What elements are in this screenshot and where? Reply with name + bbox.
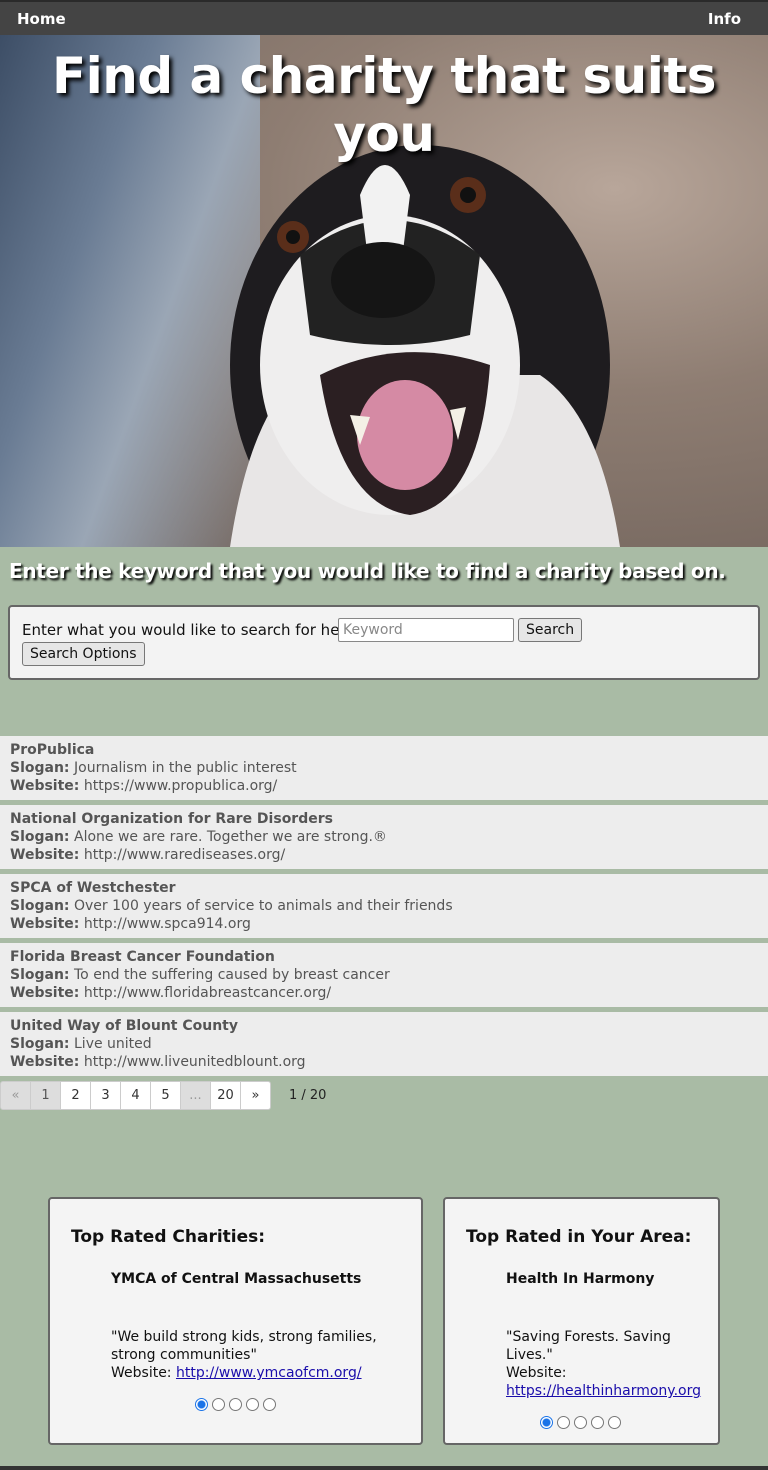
- charity-website-link[interactable]: https://healthinharmony.org: [506, 1383, 701, 1399]
- search-label: Enter what you would like to search for …: [22, 621, 360, 639]
- radio-dot-icon[interactable]: [574, 1416, 587, 1429]
- page-button-5[interactable]: 5: [150, 1081, 181, 1110]
- result-card[interactable]: United Way of Blount County Slogan: Live…: [0, 1012, 768, 1076]
- result-slogan: Over 100 years of service to animals and…: [74, 898, 453, 914]
- top-rated-panel: Top Rated Charities: YMCA of Central Mas…: [48, 1197, 423, 1445]
- panel-title: Top Rated in Your Area:: [466, 1227, 692, 1247]
- panel-title: Top Rated Charities:: [71, 1227, 266, 1247]
- website-label: Website:: [111, 1365, 172, 1381]
- page-button-20[interactable]: 20: [210, 1081, 241, 1110]
- result-slogan: Journalism in the public interest: [74, 760, 297, 776]
- result-website: http://www.rarediseases.org/: [83, 847, 286, 863]
- radio-dot-icon[interactable]: [591, 1416, 604, 1429]
- website-label: Website:: [506, 1365, 567, 1381]
- page-button-4[interactable]: 4: [120, 1081, 151, 1110]
- slogan-key: Slogan:: [10, 898, 70, 914]
- result-slogan: Live united: [74, 1036, 152, 1052]
- pagination: « 1 2 3 4 5 ... 20 »: [0, 1081, 271, 1110]
- radio-dot-icon[interactable]: [229, 1398, 242, 1411]
- slogan-key: Slogan:: [10, 967, 70, 983]
- page-next-button[interactable]: »: [240, 1081, 271, 1110]
- navbar: Home Info: [0, 0, 768, 35]
- radio-dot-icon[interactable]: [263, 1398, 276, 1411]
- slogan-key: Slogan:: [10, 760, 70, 776]
- page-count: 1 / 20: [289, 1088, 327, 1103]
- charity-slogan: "We build strong kids, strong families, …: [111, 1329, 377, 1363]
- charity-details: "We build strong kids, strong families, …: [111, 1328, 401, 1382]
- radio-dot-icon[interactable]: [557, 1416, 570, 1429]
- result-slogan: To end the suffering caused by breast ca…: [74, 967, 390, 983]
- search-options-button[interactable]: Search Options: [22, 642, 145, 666]
- radio-dot-icon[interactable]: [246, 1398, 259, 1411]
- result-slogan: Alone we are rare. Together we are stron…: [74, 829, 387, 845]
- charity-name: Health In Harmony: [506, 1271, 655, 1287]
- charity-name: YMCA of Central Massachusetts: [111, 1271, 362, 1287]
- website-key: Website:: [10, 778, 80, 794]
- result-name: National Organization for Rare Disorders: [10, 811, 333, 827]
- result-card[interactable]: SPCA of Westchester Slogan: Over 100 yea…: [0, 874, 768, 938]
- hero-title: Find a charity that suits you: [51, 47, 717, 163]
- slogan-key: Slogan:: [10, 1036, 70, 1052]
- page-prev-button[interactable]: «: [0, 1081, 31, 1110]
- result-name: SPCA of Westchester: [10, 880, 176, 896]
- website-key: Website:: [10, 916, 80, 932]
- search-button[interactable]: Search: [518, 618, 583, 642]
- charity-slogan: "Saving Forests. Saving Lives.": [506, 1329, 671, 1363]
- result-website: http://www.floridabreastcancer.org/: [83, 985, 332, 1001]
- result-website: http://www.liveunitedblount.org: [83, 1054, 306, 1070]
- charity-website-link[interactable]: http://www.ymcaofcm.org/: [176, 1365, 362, 1381]
- radio-dot-icon[interactable]: [212, 1398, 225, 1411]
- footer-divider: [0, 1466, 768, 1470]
- search-form: Enter what you would like to search for …: [8, 605, 760, 680]
- radio-dot-icon[interactable]: [195, 1398, 208, 1411]
- result-name: ProPublica: [10, 742, 95, 758]
- page-ellipsis: ...: [180, 1081, 211, 1110]
- carousel-dots: [540, 1416, 621, 1429]
- radio-dot-icon[interactable]: [540, 1416, 553, 1429]
- carousel-dots: [195, 1398, 276, 1411]
- radio-dot-icon[interactable]: [608, 1416, 621, 1429]
- website-key: Website:: [10, 985, 80, 1001]
- page-button-1[interactable]: 1: [30, 1081, 61, 1110]
- website-key: Website:: [10, 1054, 80, 1070]
- page-button-2[interactable]: 2: [60, 1081, 91, 1110]
- result-card[interactable]: National Organization for Rare Disorders…: [0, 805, 768, 869]
- result-name: United Way of Blount County: [10, 1018, 238, 1034]
- top-local-panel: Top Rated in Your Area: Health In Harmon…: [443, 1197, 720, 1445]
- result-card[interactable]: ProPublica Slogan: Journalism in the pub…: [0, 736, 768, 800]
- result-name: Florida Breast Cancer Foundation: [10, 949, 275, 965]
- search-input[interactable]: [338, 618, 514, 642]
- website-key: Website:: [10, 847, 80, 863]
- nav-info-link[interactable]: Info: [708, 10, 741, 28]
- results-list: ProPublica Slogan: Journalism in the pub…: [0, 736, 768, 1081]
- result-website: https://www.propublica.org/: [83, 778, 278, 794]
- charity-details: "Saving Forests. Saving Lives." Website:…: [506, 1328, 706, 1400]
- slogan-key: Slogan:: [10, 829, 70, 845]
- hero-banner: Find a charity that suits you: [0, 35, 768, 547]
- search-instruction: Enter the keyword that you would like to…: [9, 559, 726, 583]
- page-button-3[interactable]: 3: [90, 1081, 121, 1110]
- result-card[interactable]: Florida Breast Cancer Foundation Slogan:…: [0, 943, 768, 1007]
- nav-home-link[interactable]: Home: [17, 10, 66, 28]
- result-website: http://www.spca914.org: [83, 916, 251, 932]
